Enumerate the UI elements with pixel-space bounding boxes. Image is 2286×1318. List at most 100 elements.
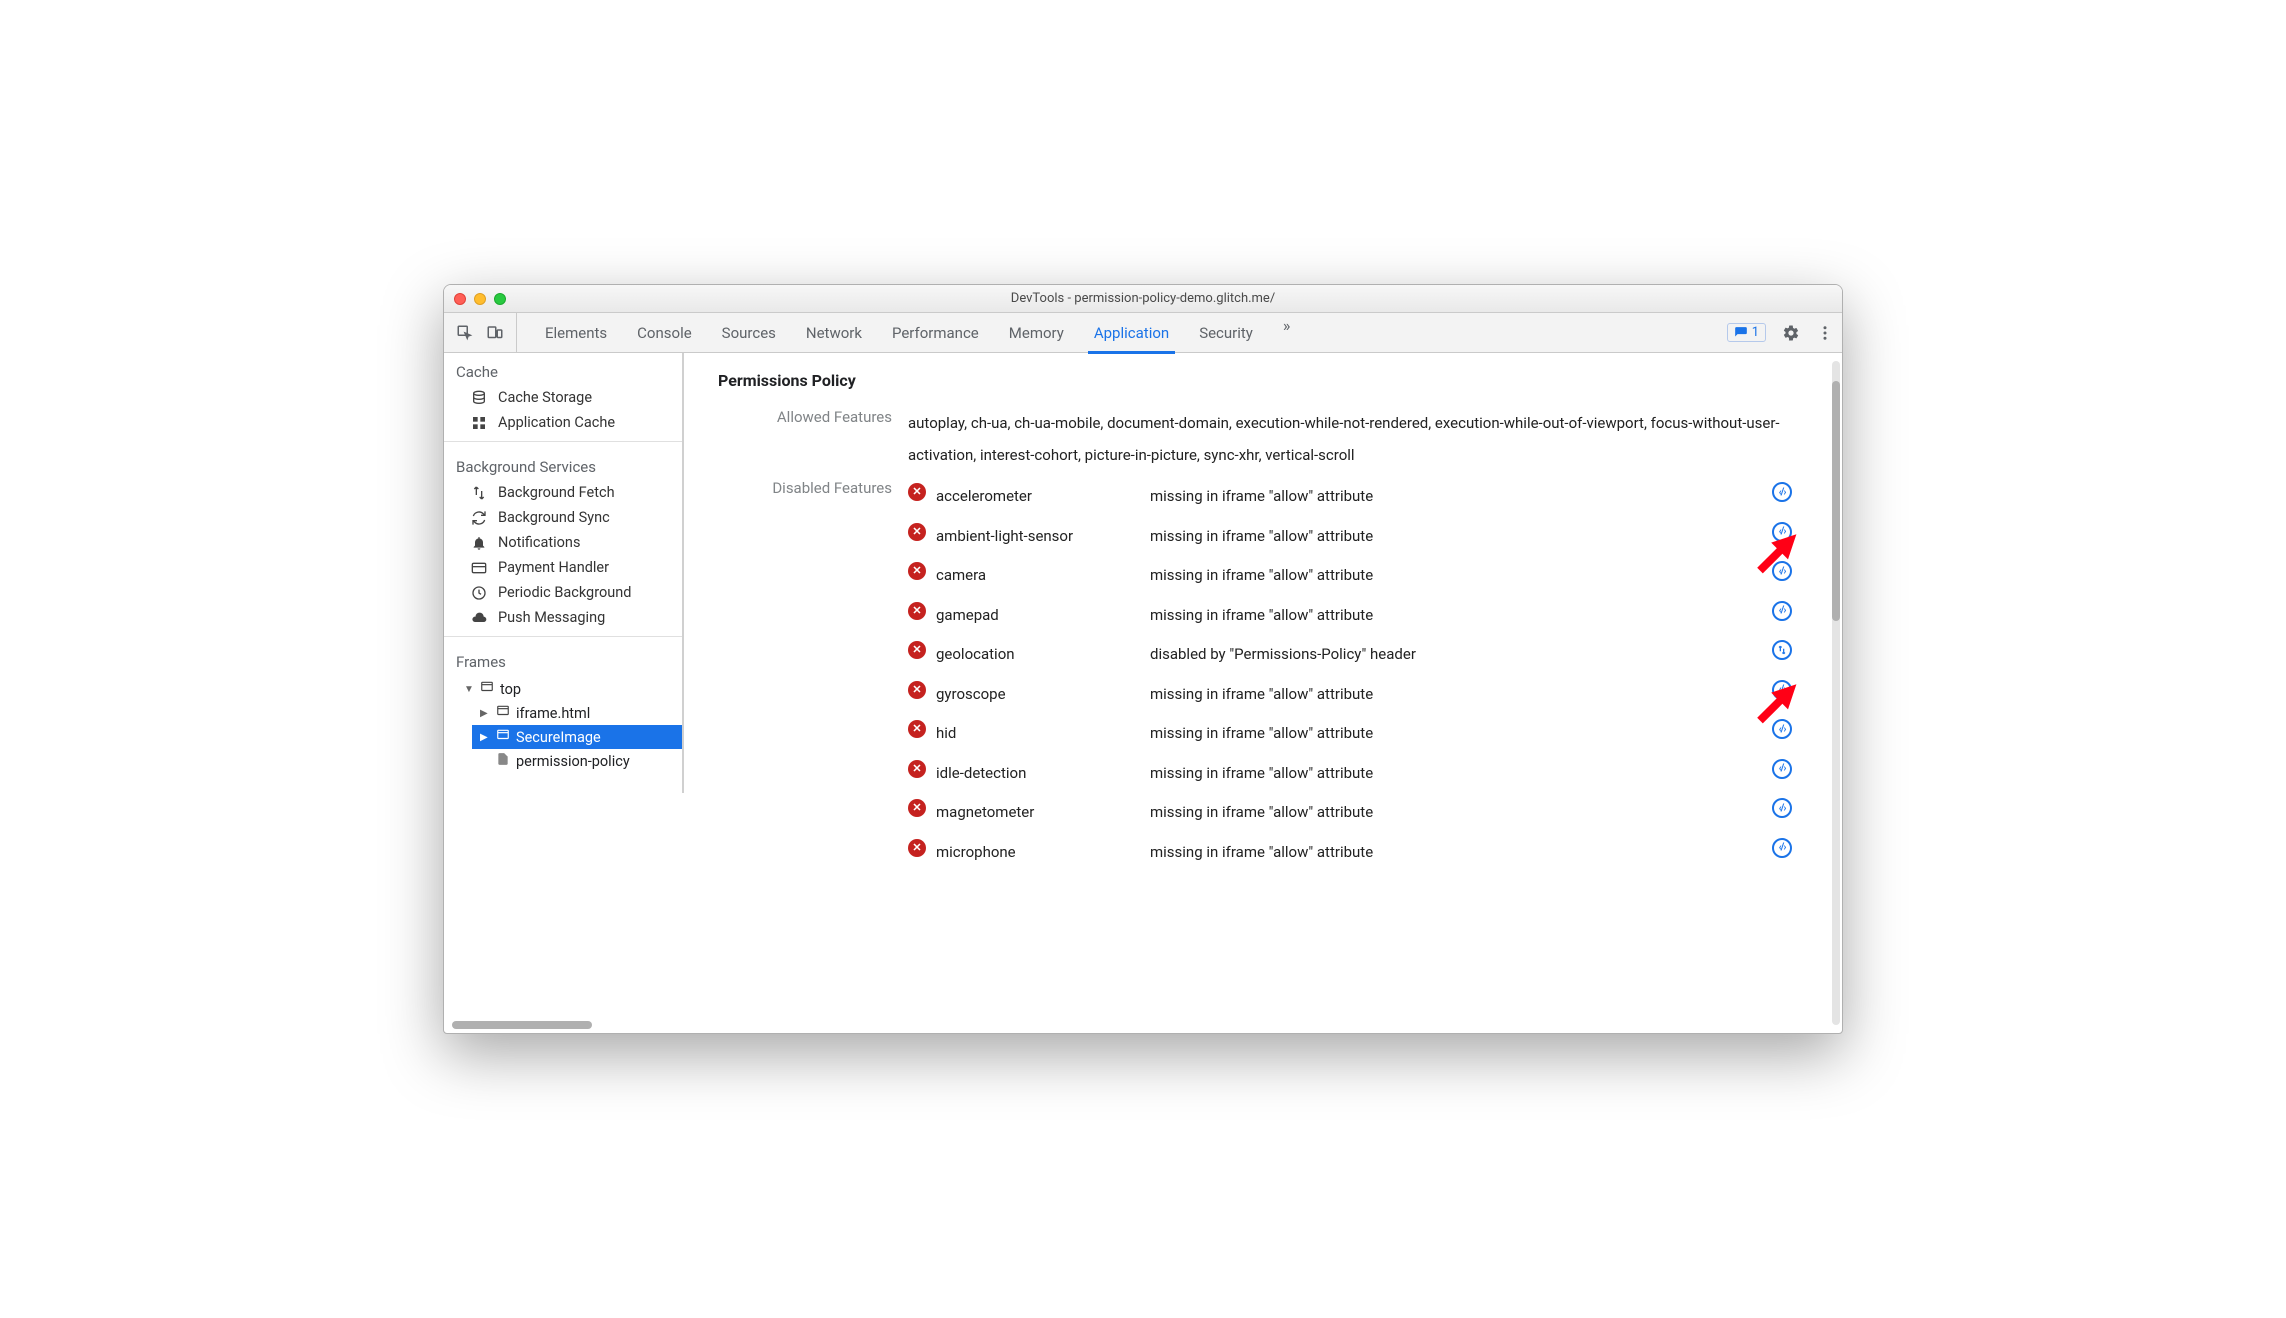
disabled-features-label: Disabled Features [718, 479, 908, 497]
disabled-feature-row: ✕gamepadmissing in iframe "allow" attrib… [908, 598, 1812, 634]
tab-performance[interactable]: Performance [892, 316, 979, 350]
code-link-icon[interactable]: ‹/› [1772, 798, 1792, 818]
disabled-feature-row: ✕ ambient-light-sensormissing in iframe "… [908, 519, 1812, 555]
sidebar-item-label: Background Fetch [498, 484, 615, 501]
annotation-arrow-icon [1746, 523, 1802, 579]
code-link-icon[interactable]: ‹/› [1772, 759, 1792, 779]
tab-memory[interactable]: Memory [1009, 316, 1064, 350]
sidebar-section-cache: Cache [444, 353, 682, 385]
cloud-icon [470, 610, 488, 626]
frame-iframe-html[interactable]: ▶ iframe.html [472, 701, 682, 725]
error-icon: ✕ [908, 523, 926, 541]
kebab-icon[interactable] [1816, 324, 1834, 342]
feature-reason: missing in iframe "allow" attribute [1150, 837, 1768, 869]
feature-name: hid [936, 718, 1146, 750]
network-link-icon[interactable] [1772, 640, 1792, 660]
sidebar-item-label: Notifications [498, 534, 580, 551]
main-panel[interactable]: Permissions Policy Allowed Features auto… [684, 353, 1842, 1033]
caret-right-icon: ▶ [480, 708, 490, 719]
card-icon [470, 560, 488, 576]
feature-reason: missing in iframe "allow" attribute [1150, 600, 1768, 632]
tab-sources[interactable]: Sources [722, 316, 776, 350]
sidebar-item-application-cache[interactable]: Application Cache [444, 410, 682, 435]
frame-label: permission-policy [516, 753, 630, 770]
sidebar[interactable]: Cache Cache Storage Application Cache Ba… [444, 353, 684, 793]
sidebar-item-label: Background Sync [498, 509, 610, 526]
tabs-overflow-icon[interactable]: » [1283, 316, 1291, 350]
window-title: DevTools - permission-policy-demo.glitch… [444, 291, 1842, 306]
frame-icon [496, 728, 510, 746]
frame-secureimage[interactable]: ▶ SecureImage [472, 725, 682, 749]
frame-file[interactable]: permission-policy [472, 749, 682, 773]
sidebar-item-bg-sync[interactable]: Background Sync [444, 505, 682, 530]
sidebar-item-label: Push Messaging [498, 609, 605, 626]
feature-reason: disabled by "Permissions-Policy" header [1150, 639, 1768, 671]
clock-icon [470, 585, 488, 601]
disabled-feature-row: ✕ gyroscopemissing in iframe "allow" attr… [908, 677, 1812, 713]
sidebar-item-periodic-bg[interactable]: Periodic Background [444, 580, 682, 605]
disabled-feature-row: ✕cameramissing in iframe "allow" attribu… [908, 558, 1812, 594]
zoom-icon[interactable] [494, 293, 506, 305]
error-icon: ✕ [908, 760, 926, 778]
tab-elements[interactable]: Elements [545, 316, 607, 350]
minimize-icon[interactable] [474, 293, 486, 305]
feature-reason: missing in iframe "allow" attribute [1150, 718, 1768, 750]
sidebar-item-bg-fetch[interactable]: Background Fetch [444, 480, 682, 505]
code-link-icon[interactable]: ‹/› [1772, 601, 1792, 621]
scrollbar-thumb[interactable] [1832, 381, 1840, 621]
sidebar-item-notifications[interactable]: Notifications [444, 530, 682, 555]
error-icon: ✕ [908, 641, 926, 659]
feature-reason: missing in iframe "allow" attribute [1150, 679, 1768, 711]
feature-name: accelerometer [936, 481, 1146, 513]
code-link-icon[interactable]: ‹/› [1772, 838, 1792, 858]
sidebar-item-payment-handler[interactable]: Payment Handler [444, 555, 682, 580]
sidebar-item-cache-storage[interactable]: Cache Storage [444, 385, 682, 410]
main-scrollbar[interactable] [1832, 361, 1840, 1025]
feature-name: magnetometer [936, 797, 1146, 829]
sidebar-item-label: Application Cache [498, 414, 615, 431]
feature-reason: missing in iframe "allow" attribute [1150, 758, 1768, 790]
close-icon[interactable] [454, 293, 466, 305]
panel-tabs: Elements Console Sources Network Perform… [527, 316, 1707, 350]
feature-reason: missing in iframe "allow" attribute [1150, 521, 1768, 553]
sidebar-item-label: Periodic Background [498, 584, 631, 601]
error-icon: ✕ [908, 720, 926, 738]
sync-icon [470, 510, 488, 526]
disabled-feature-row: ✕hidmissing in iframe "allow" attribute‹… [908, 716, 1812, 752]
sidebar-item-label: Cache Storage [498, 389, 592, 406]
feature-name: geolocation [936, 639, 1146, 671]
frame-top[interactable]: ▼ top [456, 677, 682, 701]
disabled-feature-row: ✕accelerometermissing in iframe "allow" … [908, 479, 1812, 515]
gear-icon[interactable] [1782, 324, 1800, 342]
allowed-features-value: autoplay, ch-ua, ch-ua-mobile, document-… [908, 408, 1812, 471]
frame-label: SecureImage [516, 729, 601, 746]
tab-console[interactable]: Console [637, 316, 692, 350]
feature-name: gyroscope [936, 679, 1146, 711]
sidebar-scrollbar[interactable] [452, 1021, 592, 1029]
inspect-icon[interactable] [456, 324, 474, 342]
traffic-lights [454, 293, 506, 305]
issues-button[interactable]: 1 [1727, 323, 1766, 342]
disabled-feature-row: ✕magnetometermissing in iframe "allow" a… [908, 795, 1812, 831]
error-icon: ✕ [908, 681, 926, 699]
disabled-feature-row: ✕microphonemissing in iframe "allow" att… [908, 835, 1812, 871]
disabled-features-list: ✕accelerometermissing in iframe "allow" … [908, 479, 1812, 870]
grid-icon [470, 415, 488, 431]
tab-application[interactable]: Application [1094, 316, 1169, 350]
sidebar-item-push-messaging[interactable]: Push Messaging [444, 605, 682, 630]
code-link-icon[interactable]: ‹/› [1772, 482, 1792, 502]
issues-count: 1 [1752, 325, 1759, 340]
device-toggle-icon[interactable] [486, 324, 504, 342]
feature-name: gamepad [936, 600, 1146, 632]
disabled-feature-row: ✕ geolocationdisabled by "Permissions-Pol… [908, 637, 1812, 673]
feature-name: ambient-light-sensor [936, 521, 1146, 553]
updown-icon [470, 485, 488, 501]
tab-network[interactable]: Network [806, 316, 862, 350]
page-title: Permissions Policy [718, 371, 1812, 390]
annotation-arrow-icon [1746, 673, 1802, 729]
tab-security[interactable]: Security [1199, 316, 1253, 350]
feature-name: camera [936, 560, 1146, 592]
sidebar-section-frames: Frames [444, 643, 682, 675]
devtools-window: DevTools - permission-policy-demo.glitch… [443, 284, 1843, 1034]
feature-name: idle-detection [936, 758, 1146, 790]
